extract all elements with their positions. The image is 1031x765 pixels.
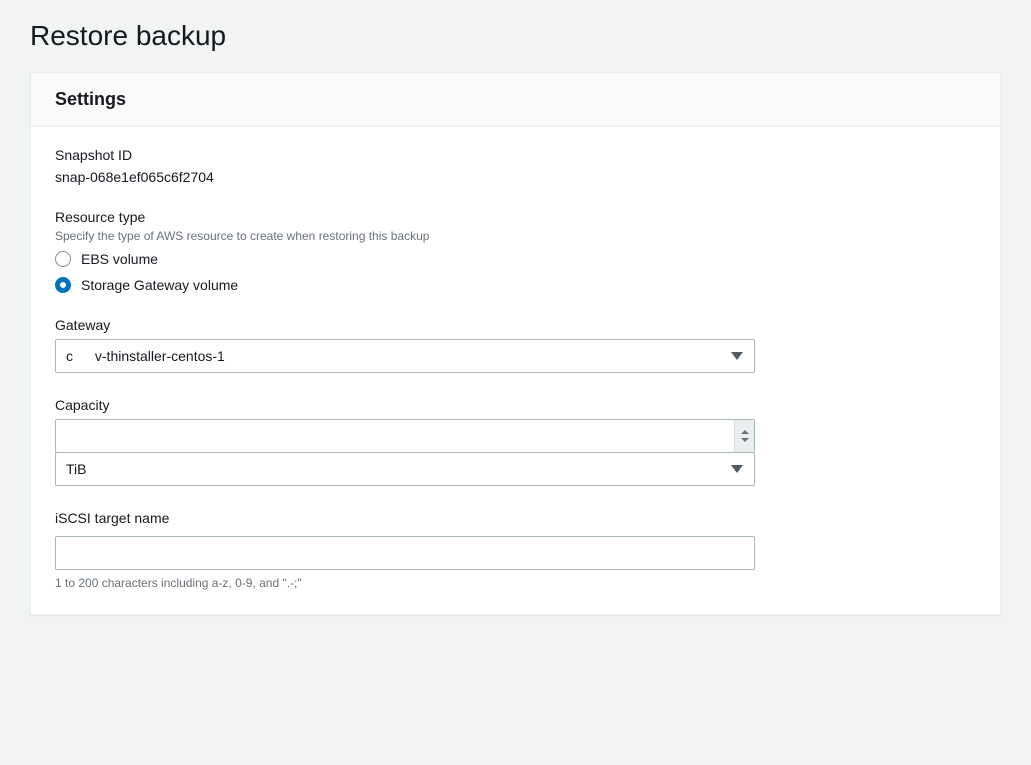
resource-type-description: Specify the type of AWS resource to crea… [55,229,976,243]
capacity-input-wrapper [55,419,755,453]
radio-sgw-label: Storage Gateway volume [81,277,238,293]
capacity-stepper[interactable] [734,420,754,452]
panel-body: Snapshot ID snap-068e1ef065c6f2704 Resou… [31,127,1000,614]
capacity-unit-value: TiB [66,461,86,477]
panel-header-title: Settings [55,89,976,110]
capacity-label: Capacity [55,397,976,413]
radio-circle-selected-icon [55,277,71,293]
gateway-select-value: c v-thinstaller-centos-1 [66,348,225,364]
radio-circle-icon [55,251,71,267]
gateway-select-box[interactable]: c v-thinstaller-centos-1 [55,339,755,373]
iscsi-target-input[interactable] [55,536,755,570]
iscsi-target-label: iSCSI target name [55,510,976,526]
snapshot-id-label: Snapshot ID [55,147,976,163]
snapshot-id-value: snap-068e1ef065c6f2704 [55,169,976,185]
settings-panel: Settings Snapshot ID snap-068e1ef065c6f2… [30,72,1001,615]
gateway-value-masked: c [66,348,91,364]
capacity-group: Capacity TiB [55,397,976,486]
snapshot-id-group: Snapshot ID snap-068e1ef065c6f2704 [55,147,976,185]
capacity-unit-select-box[interactable]: TiB [55,452,755,486]
resource-type-radio-group: EBS volume Storage Gateway volume [55,251,976,293]
resource-type-label: Resource type [55,209,976,225]
page-title: Restore backup [30,20,1001,52]
capacity-unit-select[interactable]: TiB [55,452,755,486]
gateway-group: Gateway c v-thinstaller-centos-1 [55,317,976,373]
radio-storage-gateway-volume[interactable]: Storage Gateway volume [55,277,976,293]
gateway-select[interactable]: c v-thinstaller-centos-1 [55,339,755,373]
resource-type-group: Resource type Specify the type of AWS re… [55,209,976,293]
radio-ebs-label: EBS volume [81,251,158,267]
gateway-value-suffix: v-thinstaller-centos-1 [95,348,225,364]
capacity-input[interactable] [55,419,755,453]
radio-ebs-volume[interactable]: EBS volume [55,251,976,267]
iscsi-target-group: iSCSI target name 1 to 200 characters in… [55,510,976,590]
panel-header: Settings [31,73,1000,127]
iscsi-target-hint: 1 to 200 characters including a-z, 0-9, … [55,576,976,590]
gateway-label: Gateway [55,317,976,333]
